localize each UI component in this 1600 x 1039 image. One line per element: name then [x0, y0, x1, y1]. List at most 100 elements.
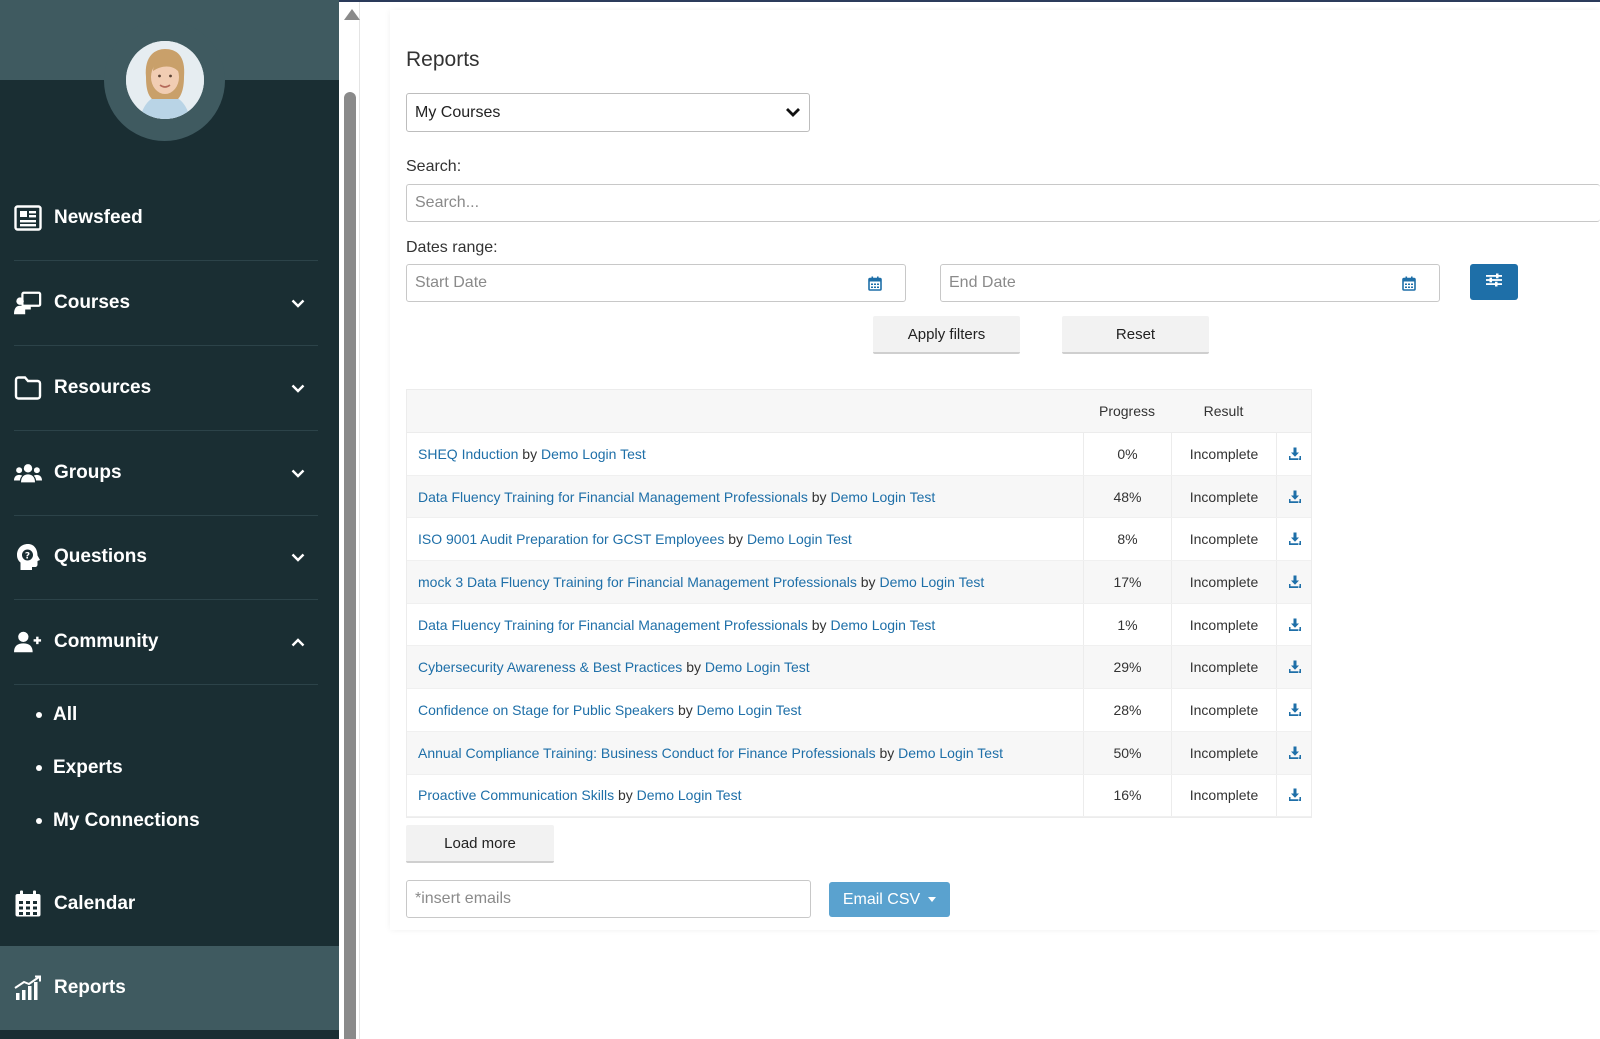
author-link[interactable]: Demo Login Test	[830, 489, 935, 505]
result-cell: Incomplete	[1171, 646, 1276, 689]
sidebar-item-newsfeed[interactable]: Newsfeed	[0, 176, 339, 260]
reports-table: Progress Result SHEQ Induction by Demo L…	[406, 389, 1312, 819]
scrollbar-thumb[interactable]	[344, 92, 356, 1039]
community-sub-experts[interactable]: Experts	[36, 757, 123, 779]
by-label: by	[860, 573, 876, 590]
chart-growth-icon	[14, 974, 42, 1002]
search-input[interactable]: Search...	[406, 184, 1600, 222]
table-row: Data Fluency Training for Financial Mana…	[407, 475, 1312, 519]
download-icon[interactable]	[1276, 774, 1312, 817]
author-link[interactable]: Demo Login Test	[637, 787, 742, 803]
course-link[interactable]: Confidence on Stage for Public Speakers	[418, 702, 674, 718]
course-link[interactable]: mock 3 Data Fluency Training for Financi…	[418, 574, 857, 590]
filter-settings-button[interactable]	[1470, 264, 1518, 300]
progress-cell: 28%	[1083, 689, 1171, 731]
search-placeholder: Search...	[415, 194, 480, 211]
scroll-up-arrow-icon[interactable]	[344, 9, 360, 20]
download-icon[interactable]	[1276, 689, 1312, 731]
reset-button[interactable]: Reset	[1062, 316, 1209, 354]
end-date-placeholder: End Date	[949, 274, 1016, 291]
author-link[interactable]: Demo Login Test	[541, 446, 646, 462]
download-icon[interactable]	[1276, 603, 1312, 646]
course-cell: ISO 9001 Audit Preparation for GCST Empl…	[418, 531, 852, 547]
course-link[interactable]: Cybersecurity Awareness & Best Practices	[418, 659, 682, 675]
result-cell: Incomplete	[1171, 731, 1276, 774]
divider	[14, 684, 318, 685]
result-cell: Incomplete	[1171, 518, 1276, 561]
sidebar-item-questions[interactable]: ? Questions	[0, 515, 339, 599]
progress-cell: 0%	[1083, 433, 1171, 475]
bullet-icon	[36, 712, 42, 718]
start-date-input[interactable]: Start Date	[406, 264, 906, 302]
author-link[interactable]: Demo Login Test	[879, 574, 984, 590]
sliders-icon	[1485, 273, 1503, 292]
course-cell: Data Fluency Training for Financial Mana…	[418, 617, 935, 633]
download-icon[interactable]	[1276, 433, 1312, 475]
column-header-result[interactable]: Result	[1171, 403, 1276, 419]
top-border	[339, 0, 1600, 2]
email-csv-label: Email CSV	[842, 890, 921, 908]
scrollbar[interactable]	[339, 0, 360, 1039]
column-header-progress[interactable]: Progress	[1083, 403, 1171, 419]
author-link[interactable]: Demo Login Test	[705, 659, 810, 675]
progress-cell: 8%	[1083, 518, 1171, 561]
chevron-down-icon[interactable]	[288, 547, 308, 567]
progress-cell: 1%	[1083, 603, 1171, 646]
bullet-icon	[36, 765, 42, 771]
download-icon[interactable]	[1276, 646, 1312, 689]
sidebar-item-calendar[interactable]: Calendar	[0, 862, 339, 946]
sidebar-item-groups[interactable]: Groups	[0, 431, 339, 515]
download-icon[interactable]	[1276, 731, 1312, 774]
progress-cell: 16%	[1083, 774, 1171, 817]
result-cell: Incomplete	[1171, 433, 1276, 475]
community-sub-my-connections[interactable]: My Connections	[36, 810, 200, 832]
report-type-select[interactable]: My Courses	[406, 93, 810, 132]
emails-input[interactable]: *insert emails	[406, 880, 811, 918]
author-link[interactable]: Demo Login Test	[747, 531, 852, 547]
result-cell: Incomplete	[1171, 774, 1276, 817]
course-link[interactable]: Data Fluency Training for Financial Mana…	[418, 617, 808, 633]
sidebar-item-reports[interactable]: Reports	[0, 946, 339, 1030]
table-row: mock 3 Data Fluency Training for Financi…	[407, 561, 1311, 604]
sidebar-item-label: Questions	[54, 546, 147, 567]
page-title: Reports	[406, 48, 480, 71]
course-link[interactable]: Data Fluency Training for Financial Mana…	[418, 489, 808, 505]
by-label: by	[879, 744, 895, 761]
chalkboard-teacher-icon	[14, 289, 42, 317]
chevron-down-icon[interactable]	[288, 293, 308, 313]
load-more-button[interactable]: Load more	[406, 825, 554, 863]
author-link[interactable]: Demo Login Test	[898, 745, 1003, 761]
course-link[interactable]: ISO 9001 Audit Preparation for GCST Empl…	[418, 531, 724, 547]
chevron-down-icon[interactable]	[288, 378, 308, 398]
by-label: by	[617, 787, 633, 804]
calendar-icon[interactable]	[868, 276, 883, 291]
course-link[interactable]: Annual Compliance Training: Business Con…	[418, 745, 876, 761]
avatar[interactable]	[126, 41, 204, 119]
chevron-down-icon[interactable]	[288, 463, 308, 483]
sidebar-item-community[interactable]: Community	[0, 600, 339, 684]
end-date-input[interactable]: End Date	[940, 264, 1440, 302]
result-cell: Incomplete	[1171, 561, 1276, 603]
sidebar-item-resources[interactable]: Resources	[0, 346, 339, 430]
caret-down-icon	[928, 897, 937, 902]
sidebar-item-label: Groups	[54, 462, 122, 483]
community-sub-all[interactable]: All	[36, 704, 77, 726]
course-link[interactable]: SHEQ Induction	[418, 446, 518, 462]
sidebar-item-courses[interactable]: Courses	[0, 261, 339, 345]
calendar-icon[interactable]	[1402, 276, 1417, 291]
download-icon[interactable]	[1276, 561, 1312, 603]
download-icon[interactable]	[1276, 475, 1312, 518]
emails-placeholder: *insert emails	[415, 890, 512, 907]
sidebar-item-label: Newsfeed	[54, 207, 143, 228]
sidebar: Newsfeed Courses Resources Groups ? Ques…	[0, 0, 339, 1039]
progress-cell: 50%	[1083, 731, 1171, 774]
author-link[interactable]: Demo Login Test	[830, 617, 935, 633]
sidebar-item-label: Community	[54, 631, 159, 652]
svg-text:?: ?	[25, 552, 30, 562]
course-link[interactable]: Proactive Communication Skills	[418, 787, 614, 803]
download-icon[interactable]	[1276, 518, 1312, 561]
chevron-up-icon[interactable]	[288, 632, 308, 652]
apply-filters-button[interactable]: Apply filters	[873, 316, 1020, 354]
email-csv-button[interactable]: Email CSV	[829, 882, 950, 917]
author-link[interactable]: Demo Login Test	[697, 702, 802, 718]
